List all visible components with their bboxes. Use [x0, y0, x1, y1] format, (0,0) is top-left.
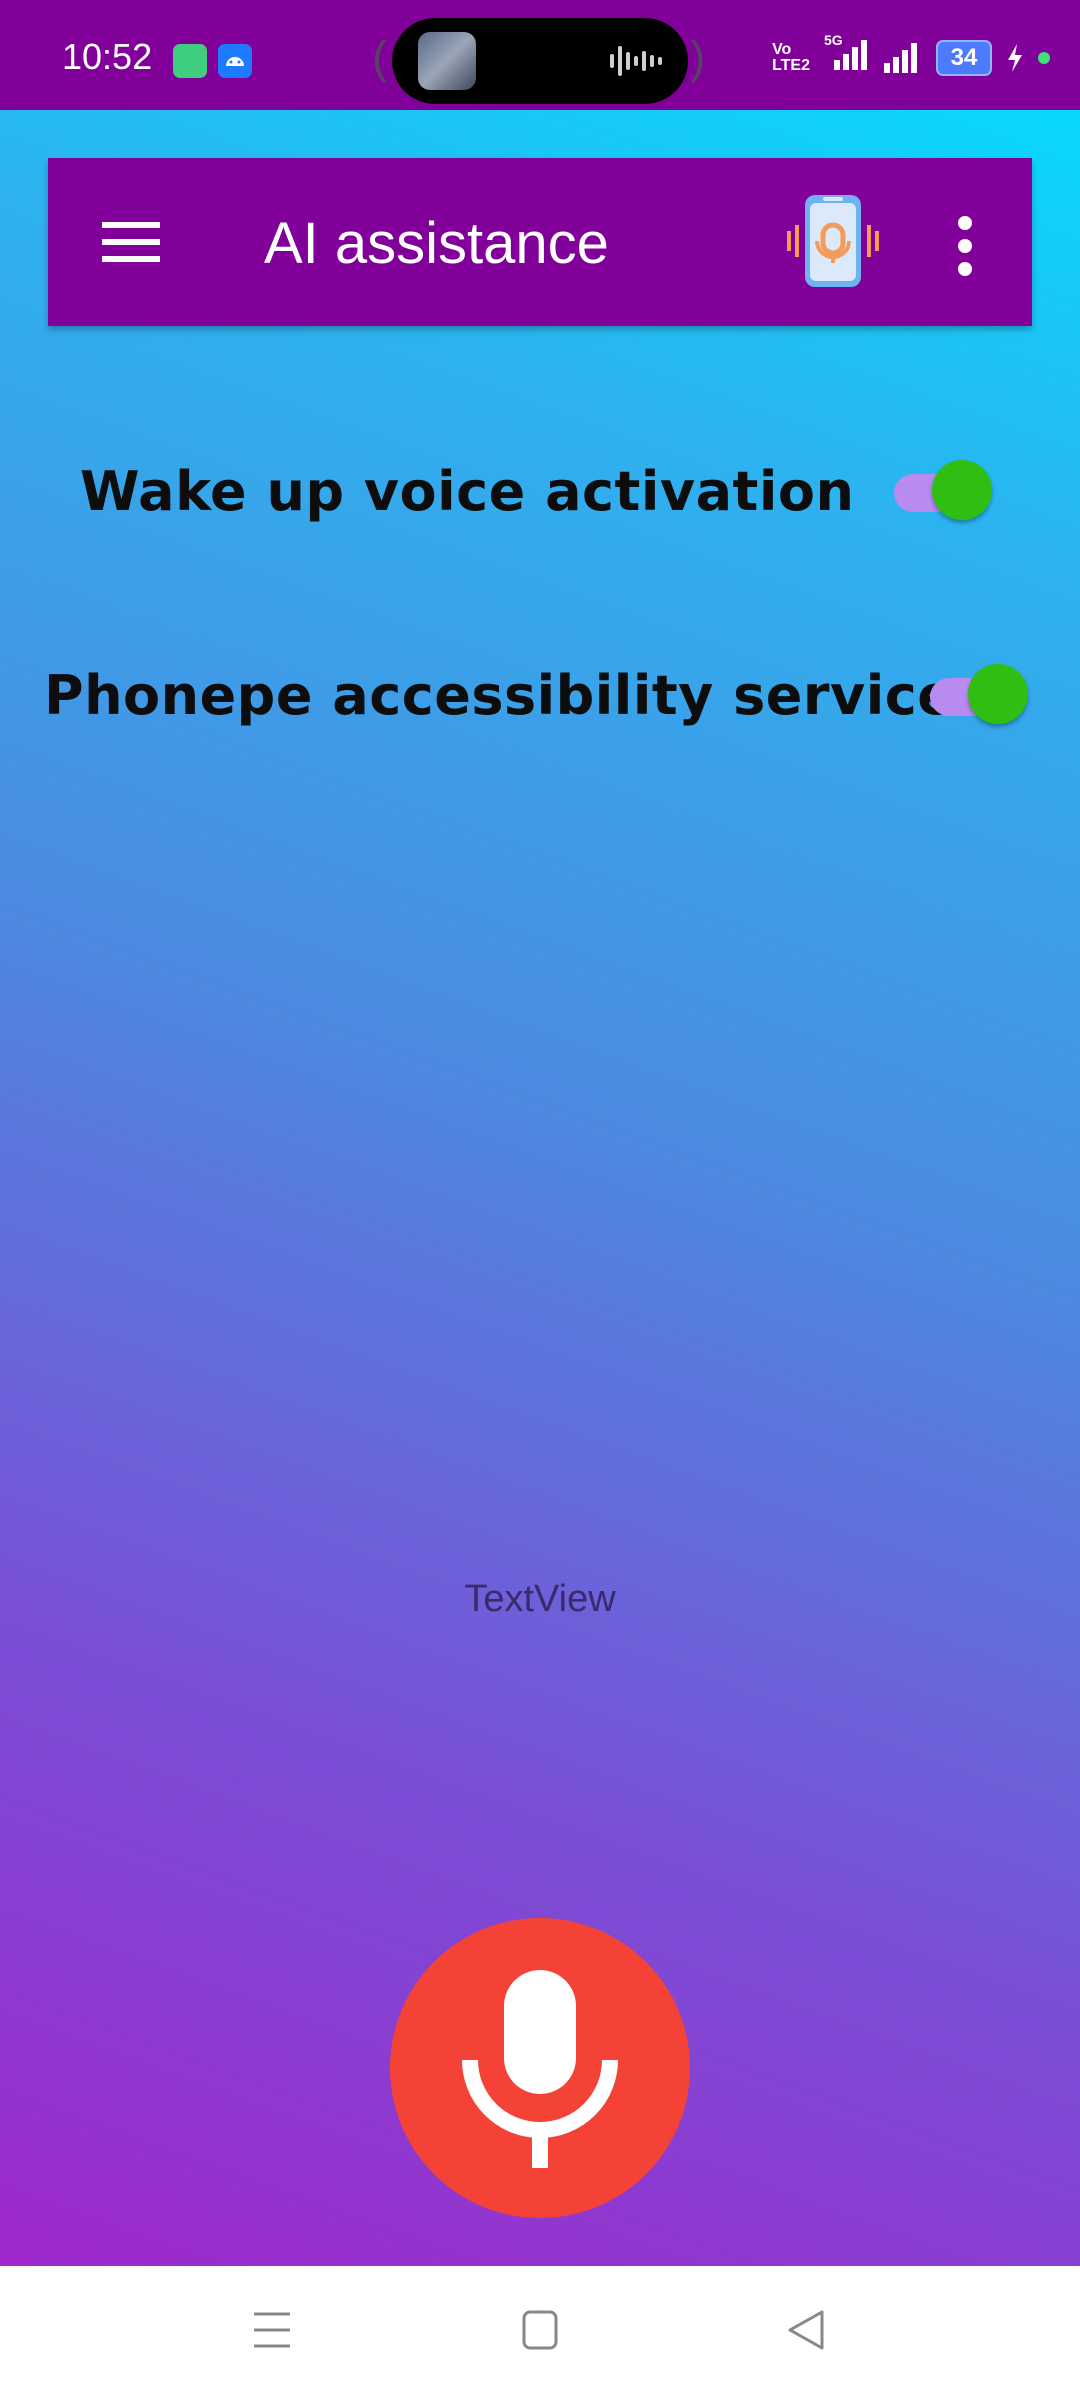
- signal-5g-icon: 5G: [824, 32, 868, 77]
- status-indicators: Vo LTE2 5G 34: [772, 32, 1050, 77]
- privacy-dot: [1038, 51, 1050, 64]
- wake-up-voice-activation-label: Wake up voice activation: [80, 460, 855, 523]
- phonepe-accessibility-service-toggle[interactable]: [930, 662, 1028, 726]
- status-time: 10:52: [62, 36, 153, 77]
- volte-indicator: Vo LTE2: [772, 40, 810, 74]
- navigation-bar: [0, 2266, 1080, 2400]
- charging-icon: [1008, 43, 1022, 72]
- menu-icon[interactable]: [102, 222, 160, 262]
- toggle-thumb: [932, 460, 992, 520]
- mic-button[interactable]: [390, 1918, 690, 2218]
- status-bar: 10:52 ( ) Vo LTE2 5G 34: [0, 0, 1080, 110]
- audio-wave-icon: [610, 46, 662, 76]
- dynamic-island[interactable]: [392, 18, 688, 104]
- text-view: TextView: [464, 1578, 616, 1620]
- media-thumbnail: [418, 32, 476, 90]
- back-icon[interactable]: [786, 2308, 826, 2352]
- more-vert-icon[interactable]: [958, 216, 974, 285]
- bracket-left-icon: (: [372, 31, 388, 83]
- bracket-right-icon: ): [690, 31, 706, 83]
- toggle-thumb: [968, 664, 1028, 724]
- microphone-icon: [462, 1970, 618, 2168]
- android-icon: [218, 44, 252, 78]
- signal-icon: [884, 42, 917, 73]
- home-icon[interactable]: [520, 2308, 560, 2352]
- phonepe-accessibility-service-label: Phonepe accessibility service: [44, 664, 955, 727]
- app-bar: AI assistance: [48, 158, 1032, 326]
- battery-indicator: 34: [936, 39, 992, 76]
- voice-assistant-phone-icon[interactable]: [783, 191, 883, 291]
- wake-up-voice-activation-toggle[interactable]: [894, 458, 992, 522]
- recents-icon[interactable]: [252, 2308, 292, 2352]
- notification-app-icon: [173, 44, 207, 78]
- app-title: AI assistance: [264, 211, 609, 276]
